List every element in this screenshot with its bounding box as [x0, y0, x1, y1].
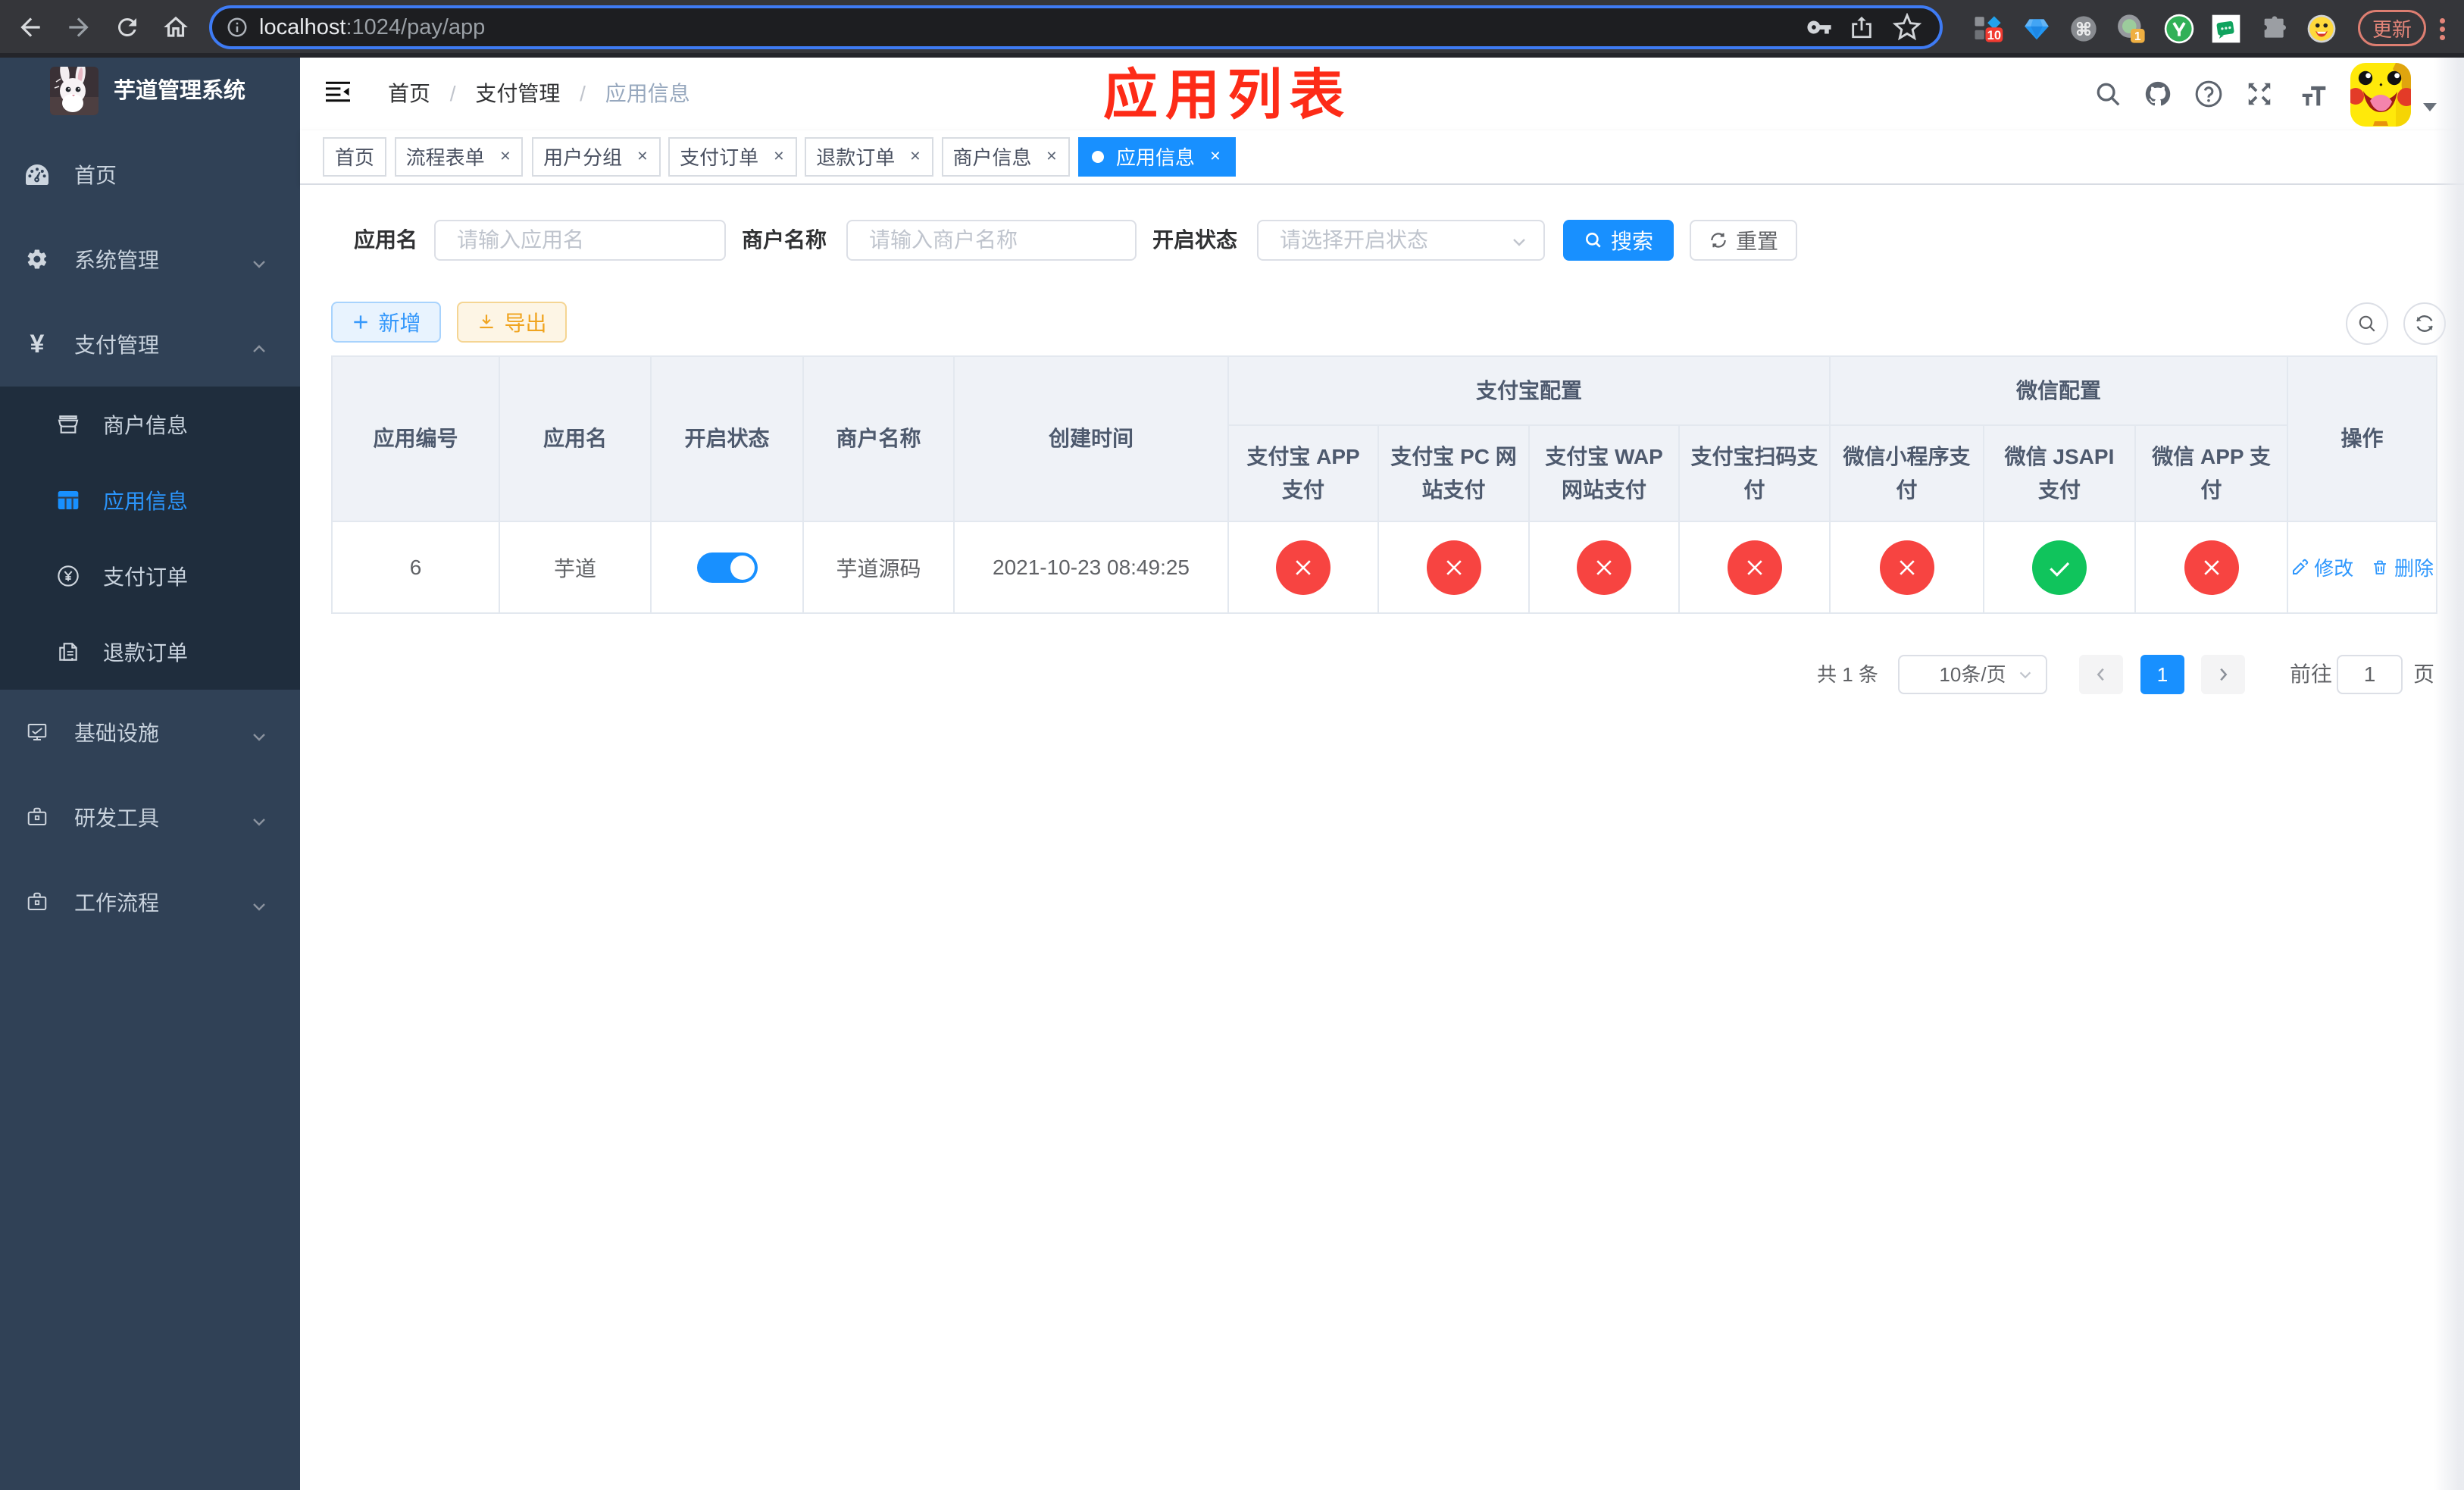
svg-text:1: 1 [2134, 30, 2141, 43]
svg-text:10: 10 [1987, 28, 2001, 42]
